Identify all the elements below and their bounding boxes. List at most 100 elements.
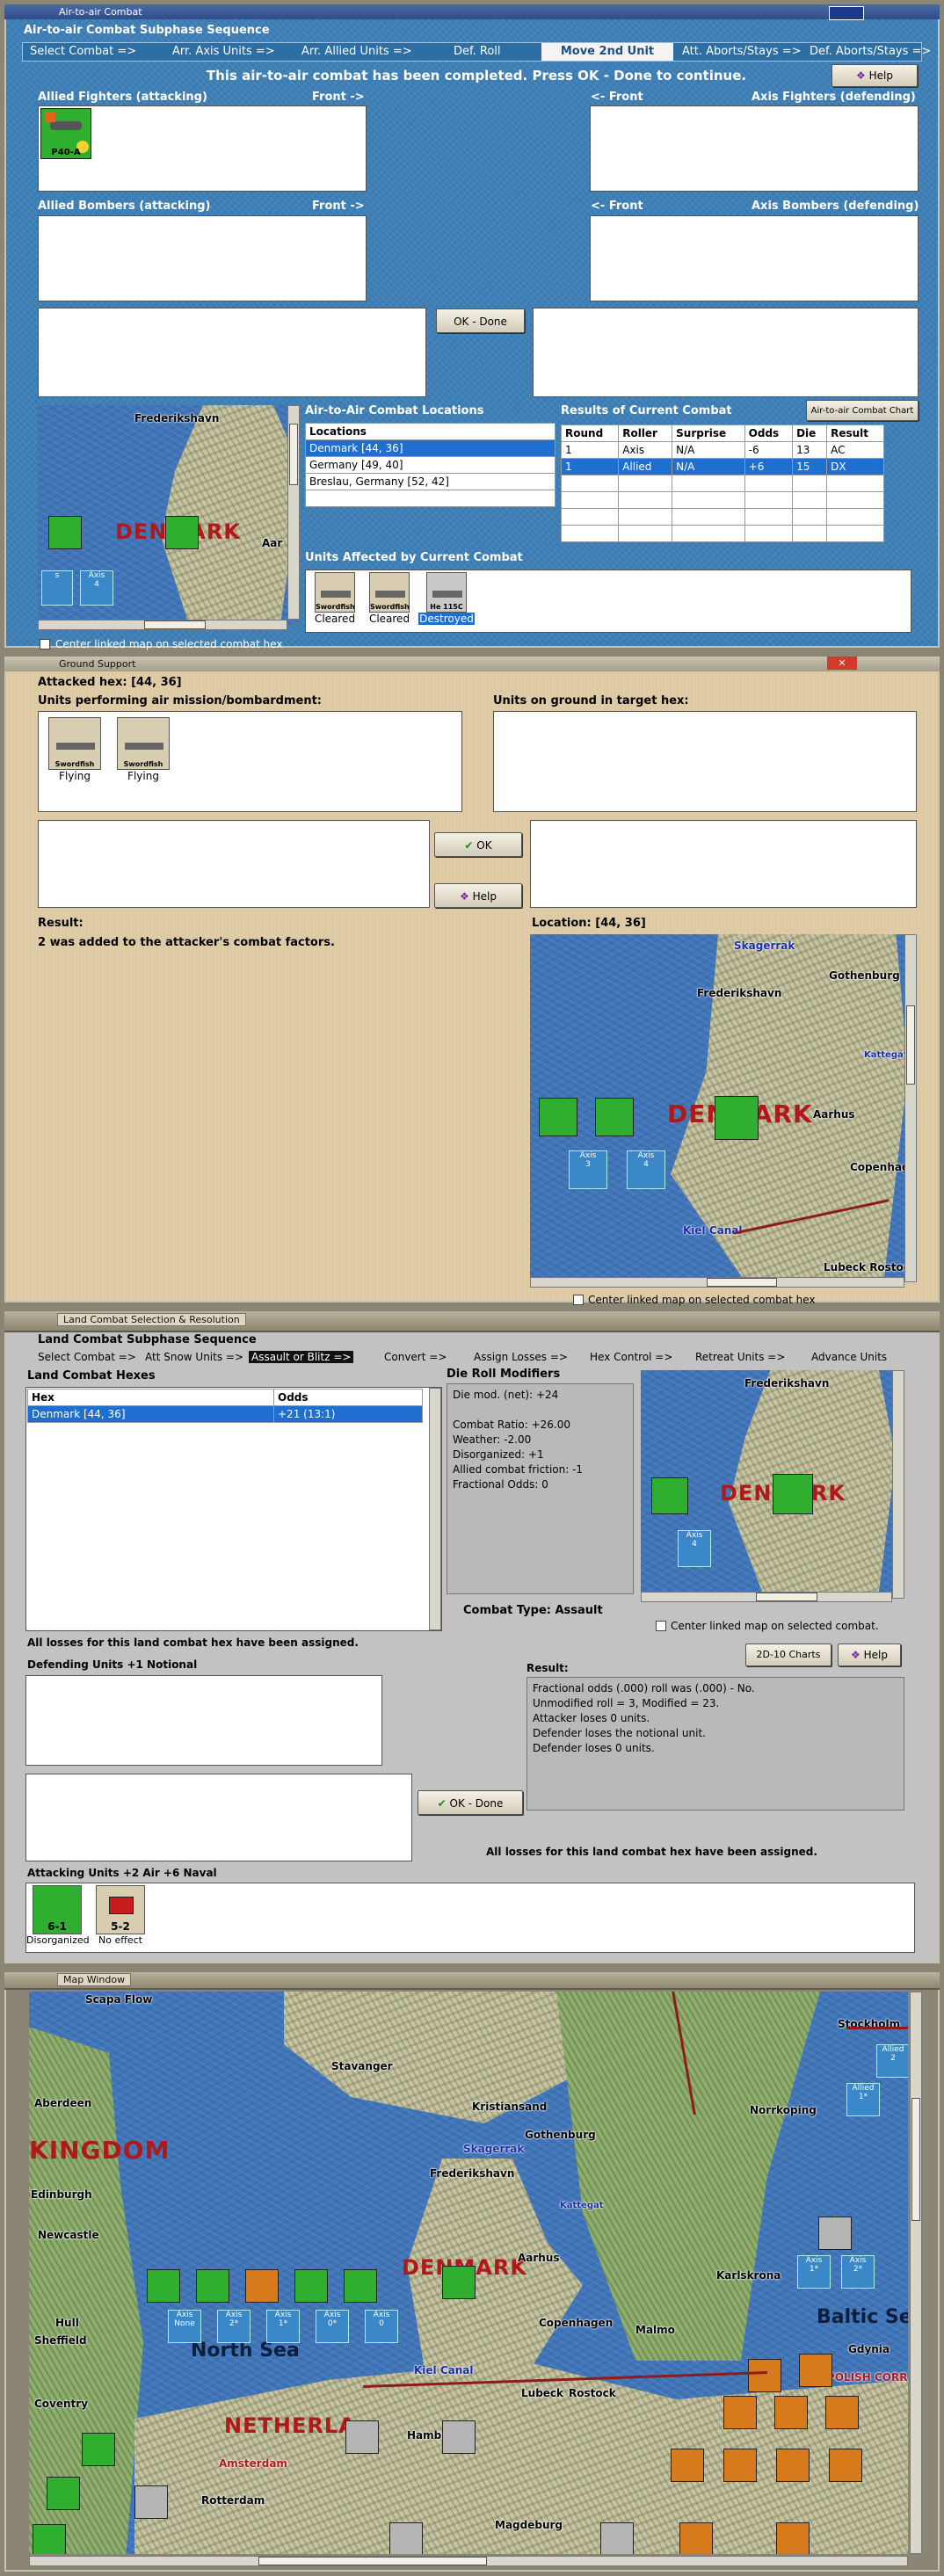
attacking-unit[interactable]: 6-1 Disorganized [26, 1885, 90, 1946]
help-button[interactable]: ❖ Help [838, 1644, 901, 1666]
step-advance[interactable]: Advance Units [811, 1351, 887, 1363]
map-axis-box-2: Axis 4 [627, 1150, 665, 1189]
performing-unit[interactable]: Swordfish Flying [44, 717, 105, 782]
map-unit[interactable] [344, 2269, 377, 2303]
charts-button[interactable]: 2D-10 Charts [745, 1644, 831, 1666]
map-unit[interactable] [723, 2449, 757, 2482]
map-unit[interactable] [33, 2524, 66, 2554]
location-row[interactable]: Germany [49, 40] [305, 456, 556, 474]
map-vscroll[interactable] [910, 1992, 922, 2554]
minimap-unit-2[interactable] [165, 516, 199, 549]
map-unit[interactable] [679, 2522, 713, 2554]
affected-unit[interactable]: Swordfish Cleared [364, 572, 415, 625]
map-unit[interactable] [776, 2449, 810, 2482]
step-att-snow[interactable]: Att Snow Units => [145, 1351, 243, 1363]
window-title: Air-to-air Combat [59, 6, 142, 18]
map-unit[interactable] [748, 2359, 781, 2392]
map-unit[interactable] [47, 2477, 80, 2510]
ground-support-minimap[interactable]: Skagerrak Frederikshavn Gothenburg Katte… [530, 934, 906, 1277]
affected-unit[interactable]: He 115C Destroyed [418, 572, 475, 625]
map-unit[interactable] [134, 2485, 168, 2519]
allied-bombers-box[interactable] [38, 215, 367, 301]
label-aarhus: Aarhus [813, 1108, 855, 1121]
map-unit-1[interactable] [651, 1477, 688, 1514]
map-unit[interactable] [829, 2449, 862, 2482]
minimap-hscroll[interactable] [530, 1277, 904, 1288]
map-window-titlebar[interactable]: Map Window [4, 1972, 940, 1990]
map-unit[interactable] [294, 2269, 328, 2303]
map-unit-1[interactable] [539, 1098, 577, 1136]
step-convert[interactable]: Convert => [384, 1351, 447, 1363]
step-select-combat[interactable]: Select Combat => [30, 43, 136, 61]
air-combat-titlebar[interactable]: Air-to-air Combat [4, 4, 940, 19]
step-hex-control[interactable]: Hex Control => [590, 1351, 672, 1363]
center-map-checkbox[interactable] [40, 639, 50, 649]
close-icon[interactable]: ✕ [827, 657, 857, 670]
map-unit-2[interactable] [773, 1474, 813, 1514]
step-arr-allied[interactable]: Arr. Allied Units => [301, 43, 412, 61]
step-select-combat[interactable]: Select Combat => [38, 1351, 136, 1363]
minimap-vscroll[interactable] [904, 934, 917, 1282]
center-map-checkbox[interactable] [573, 1295, 584, 1305]
main-map[interactable]: Scapa Flow Aberdeen KINGDOM Stavanger Kr… [29, 1992, 908, 2554]
minimap-hscroll[interactable] [38, 620, 287, 630]
minimap-unit-1[interactable] [48, 516, 82, 549]
help-button[interactable]: ❖ Help [831, 64, 918, 87]
minimap-vscroll[interactable] [892, 1370, 904, 1599]
map-unit-denmark[interactable] [442, 2266, 476, 2299]
air-combat-chart-button[interactable]: Air-to-air Combat Chart [806, 400, 919, 421]
ok-done-button[interactable]: OK - Done [436, 308, 525, 333]
map-unit[interactable] [799, 2354, 832, 2387]
step-assault-blitz[interactable]: Assault or Blitz => [249, 1351, 354, 1363]
ok-done-button[interactable]: ✔ OK - Done [418, 1790, 523, 1815]
map-unit[interactable] [82, 2433, 115, 2466]
ground-support-titlebar[interactable]: Ground Support [4, 657, 940, 671]
help-button[interactable]: ❖ Help [434, 883, 522, 908]
hexes-vscroll[interactable] [429, 1388, 441, 1630]
result-row[interactable]: 1 Allied N/A +6 15 DX [560, 458, 884, 475]
performing-unit[interactable]: Swordfish Flying [113, 717, 174, 782]
location-row[interactable]: Breslau, Germany [52, 42] [305, 473, 556, 490]
map-unit[interactable] [671, 2449, 704, 2482]
location-row[interactable]: Denmark [44, 36] [305, 439, 556, 457]
air-combat-minimap[interactable]: Frederikshavn DENMARK Aar Axis4 s [38, 405, 298, 625]
affected-unit[interactable]: Swordfish Cleared [309, 572, 360, 625]
result-row[interactable]: 1 Axis N/A -6 13 AC [560, 441, 884, 459]
map-unit[interactable] [825, 2396, 859, 2429]
land-combat-titlebar[interactable]: Land Combat Selection & Resolution [4, 1311, 940, 1332]
fighter-counter[interactable]: P40-A [40, 108, 91, 159]
swordfish-counter: Swordfish [117, 717, 170, 770]
minimap-vscroll[interactable] [287, 405, 300, 620]
axis-bombers-box[interactable] [590, 215, 919, 301]
step-def-roll[interactable]: Def. Roll [454, 43, 501, 61]
allied-fighters-box[interactable]: P40-A [38, 105, 367, 192]
step-move-2nd-unit[interactable]: Move 2nd Unit [541, 43, 673, 61]
step-arr-axis[interactable]: Arr. Axis Units => [172, 43, 275, 61]
map-unit[interactable] [147, 2269, 180, 2303]
hex-row[interactable]: Denmark [44, 36] +21 (13:1) [27, 1405, 423, 1423]
attacking-unit[interactable]: 5-2 No effect [91, 1885, 149, 1946]
map-unit[interactable] [818, 2217, 852, 2250]
axis-fighters-box[interactable] [590, 105, 919, 192]
step-def-aborts[interactable]: Def. Aborts/Stays => [810, 43, 931, 61]
map-unit[interactable] [774, 2396, 808, 2429]
step-retreat[interactable]: Retreat Units => [695, 1351, 785, 1363]
land-combat-minimap[interactable]: Frederikshavn DENMARK Axis4 [641, 1370, 894, 1592]
step-assign-losses[interactable]: Assign Losses => [474, 1351, 568, 1363]
map-unit[interactable] [245, 2269, 279, 2303]
map-unit[interactable] [345, 2420, 379, 2454]
map-unit-3[interactable] [715, 1096, 759, 1140]
map-hscroll[interactable] [29, 2556, 908, 2566]
map-unit[interactable] [776, 2522, 810, 2554]
map-unit[interactable] [389, 2522, 423, 2554]
map-unit[interactable] [196, 2269, 229, 2303]
map-unit[interactable] [442, 2420, 476, 2454]
center-map-checkbox[interactable] [656, 1621, 666, 1631]
step-att-aborts[interactable]: Att. Aborts/Stays => [682, 43, 802, 61]
minimap-hscroll[interactable] [641, 1592, 892, 1602]
map-unit[interactable] [600, 2522, 634, 2554]
map-unit[interactable] [723, 2396, 757, 2429]
defender-detail-box [530, 820, 917, 908]
map-unit-2[interactable] [595, 1098, 634, 1136]
ok-button[interactable]: ✔ OK [434, 832, 522, 857]
